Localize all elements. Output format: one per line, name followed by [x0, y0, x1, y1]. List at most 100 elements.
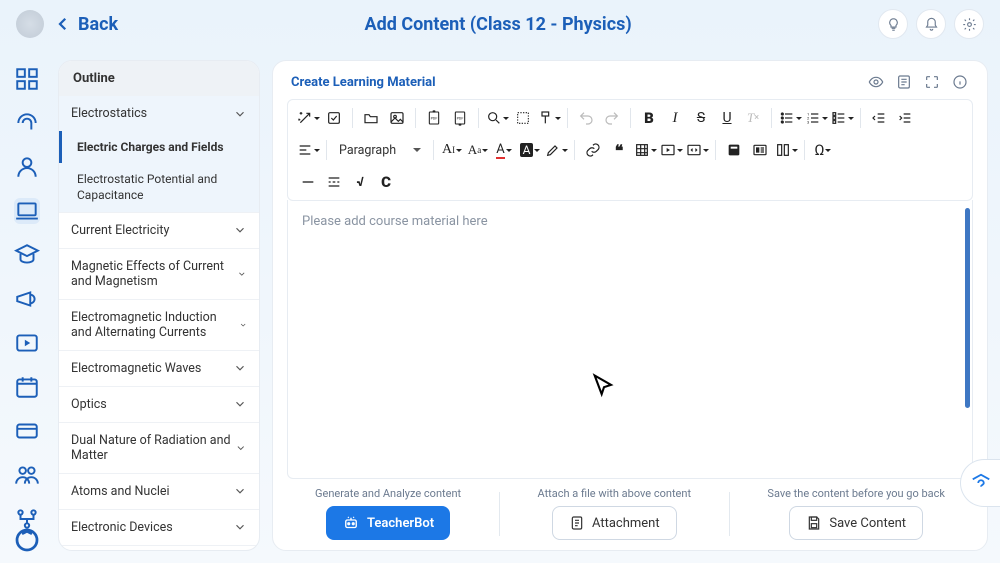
marker-icon[interactable] — [544, 138, 568, 162]
svg-text:PDF: PDF — [431, 116, 438, 120]
expand-icon[interactable] — [923, 73, 941, 91]
lightbulb-icon[interactable] — [878, 9, 908, 39]
topic-item[interactable]: Electrostatic Potential and Capacitance — [59, 163, 259, 211]
preview-icon[interactable] — [867, 73, 885, 91]
special-char-icon[interactable]: Ω — [811, 138, 835, 162]
megaphone-icon[interactable] — [14, 286, 40, 312]
attachment-button[interactable]: Attachment — [552, 506, 677, 540]
chevron-down-icon — [237, 267, 247, 281]
teacherbot-button[interactable]: TeacherBot — [326, 506, 450, 540]
laptop-icon[interactable] — [14, 198, 40, 224]
page-title: Add Content (Class 12 - Physics) — [118, 14, 878, 35]
chapter-label: Electrostatics — [71, 106, 147, 121]
help-fab[interactable] — [960, 459, 1000, 507]
redo-icon[interactable] — [600, 106, 624, 130]
dashboard-icon[interactable] — [14, 66, 40, 92]
widget2-icon[interactable] — [748, 138, 772, 162]
content-title: Create Learning Material — [291, 75, 436, 90]
svg-text:PDF: PDF — [457, 116, 464, 120]
student-icon[interactable] — [14, 242, 40, 268]
format-painter-icon[interactable] — [537, 106, 561, 130]
undo-icon[interactable] — [574, 106, 598, 130]
notes-icon[interactable] — [895, 73, 913, 91]
embed-icon[interactable] — [685, 138, 709, 162]
chapter-item[interactable]: Dual Nature of Radiation and Matter — [59, 423, 259, 473]
checklist-icon[interactable] — [830, 106, 854, 130]
scrollbar[interactable] — [965, 208, 970, 408]
outdent-icon[interactable] — [867, 106, 891, 130]
teacherbot-btn-label: TeacherBot — [367, 516, 434, 531]
clear-format-icon[interactable]: T× — [741, 106, 765, 130]
align-icon[interactable] — [296, 138, 320, 162]
checkbox-icon[interactable] — [322, 106, 346, 130]
bold-icon[interactable]: B — [637, 106, 661, 130]
highlight-color-icon[interactable]: A — [518, 138, 542, 162]
body: Outline Electrostatics Electric Charges … — [54, 48, 1000, 563]
select-all-icon[interactable] — [511, 106, 535, 130]
font-color-icon[interactable]: A — [492, 138, 516, 162]
indent-icon[interactable] — [893, 106, 917, 130]
chapter-item[interactable]: Atoms and Nuclei — [59, 474, 259, 509]
editor-toolbar: PDF PDF B I S U T× 123 — [287, 99, 973, 201]
strikethrough-icon[interactable]: S — [689, 106, 713, 130]
topic-item[interactable]: Electric Charges and Fields — [59, 131, 259, 163]
hr-icon[interactable] — [296, 170, 320, 194]
chapter-label: Electronic Devices — [71, 520, 173, 535]
pdf-import-icon[interactable]: PDF — [448, 106, 472, 130]
save-icon — [806, 515, 822, 531]
chapter-item[interactable]: Optics — [59, 387, 259, 422]
pdf-export-icon[interactable]: PDF — [422, 106, 446, 130]
bullet-list-icon[interactable] — [778, 106, 802, 130]
bell-icon[interactable] — [916, 9, 946, 39]
widget1-icon[interactable] — [722, 138, 746, 162]
chapter-label: Current Electricity — [71, 223, 169, 238]
avatar[interactable] — [16, 10, 44, 38]
user-icon[interactable] — [14, 154, 40, 180]
pagebreak-icon[interactable] — [322, 170, 346, 194]
calendar-icon[interactable] — [14, 374, 40, 400]
italic-icon[interactable]: I — [663, 106, 687, 130]
font-size-icon[interactable]: AI — [440, 138, 464, 162]
main: Outline Electrostatics Electric Charges … — [0, 48, 1000, 563]
numbered-list-icon[interactable]: 123 — [804, 106, 828, 130]
chevron-down-icon — [233, 397, 247, 411]
info-icon[interactable] — [951, 73, 969, 91]
paragraph-select[interactable]: Paragraph — [333, 138, 427, 162]
play-icon[interactable] — [14, 330, 40, 356]
cursor-icon — [590, 372, 618, 400]
outline-title: Outline — [59, 61, 259, 96]
chapter-item[interactable]: Electromagnetic Waves — [59, 351, 259, 386]
fingerprint-icon[interactable] — [14, 110, 40, 136]
font-case-icon[interactable]: Aa — [466, 138, 490, 162]
attachment-label: Attach a file with above content — [537, 487, 691, 500]
image-icon[interactable] — [385, 106, 409, 130]
chapter-label: Electromagnetic Waves — [71, 361, 201, 376]
find-icon[interactable] — [485, 106, 509, 130]
attachment-btn-label: Attachment — [592, 516, 660, 531]
chapter-item[interactable]: Electronic Devices — [59, 510, 259, 545]
chapter-item[interactable]: Magnetic Effects of Current and Magnetis… — [59, 249, 259, 299]
media-icon[interactable] — [659, 138, 683, 162]
chevron-down-icon — [239, 318, 247, 332]
table-icon[interactable] — [633, 138, 657, 162]
save-button[interactable]: Save Content — [789, 506, 923, 540]
save-label: Save the content before you go back — [767, 487, 945, 500]
link-icon[interactable] — [581, 138, 605, 162]
columns-icon[interactable] — [774, 138, 798, 162]
blockquote-icon[interactable]: ❝ — [607, 138, 631, 162]
folder-icon[interactable] — [359, 106, 383, 130]
chapter-item[interactable]: Electrostatics — [59, 96, 259, 131]
underline-icon[interactable]: U — [715, 106, 739, 130]
back-button[interactable]: Back — [54, 14, 118, 35]
chapter-label: Magnetic Effects of Current and Magnetis… — [71, 259, 237, 289]
gear-icon[interactable] — [954, 9, 984, 39]
chemistry-icon[interactable]: C — [374, 170, 398, 194]
chapter-item[interactable]: Current Electricity — [59, 213, 259, 248]
chapter-label: Atoms and Nuclei — [71, 484, 170, 499]
chapter-item[interactable]: Electromagnetic Induction and Alternatin… — [59, 300, 259, 350]
group-icon[interactable] — [14, 462, 40, 488]
formula-icon[interactable]: √ — [348, 170, 372, 194]
editor-area[interactable]: Please add course material here — [287, 200, 973, 479]
magic-icon[interactable] — [296, 106, 320, 130]
card-icon[interactable] — [14, 418, 40, 444]
